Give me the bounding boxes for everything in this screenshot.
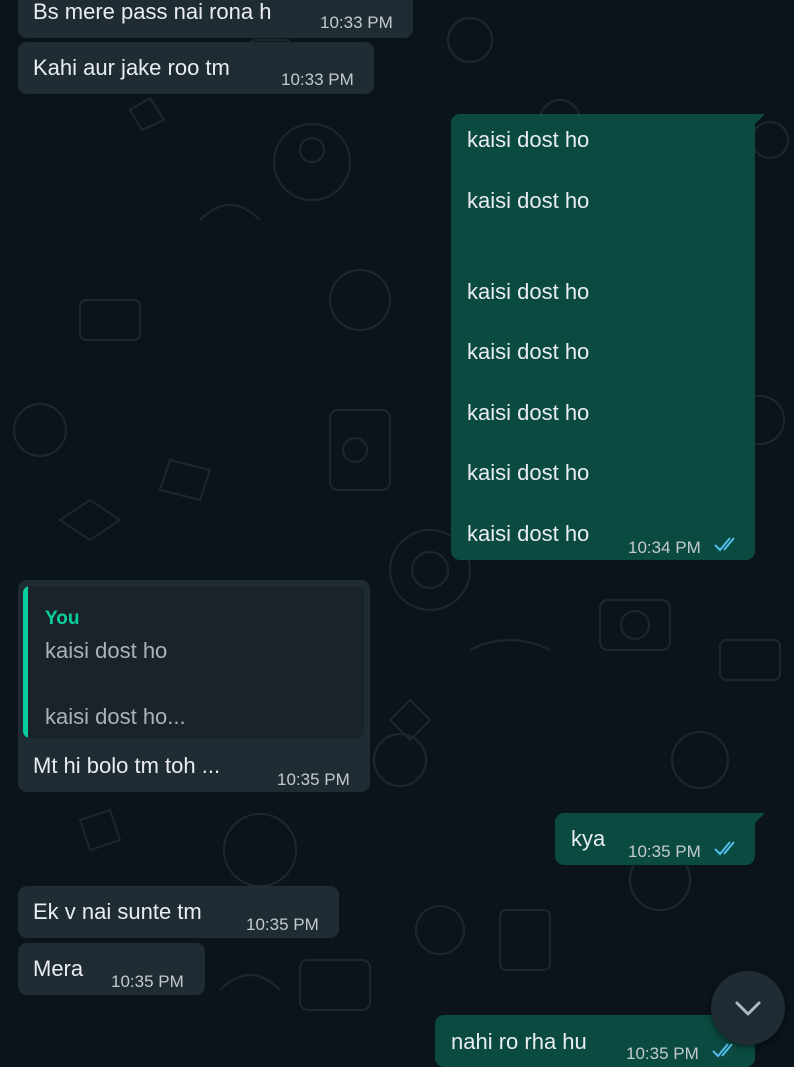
message-text: Mt hi bolo tm toh ... <box>33 753 221 778</box>
message-outgoing[interactable]: kya 10:35 PM <box>555 813 765 865</box>
message-text: nahi ro rha hu <box>451 1029 587 1054</box>
message-line: kaisi dost ho <box>467 339 590 364</box>
quote-accent-bar <box>23 586 28 738</box>
message-text: Mera <box>33 956 84 981</box>
message-incoming-reply[interactable]: You kaisi dost ho kaisi dost ho... Mt hi… <box>18 580 370 792</box>
message-line: kaisi dost ho <box>467 460 590 485</box>
message-outgoing[interactable]: kaisi dost ho kaisi dost ho kaisi dost h… <box>451 114 765 560</box>
message-incoming[interactable]: Bs mere pass nai rona h 10:33 PM <box>18 0 413 38</box>
quoted-message[interactable]: You kaisi dost ho kaisi dost ho... <box>23 586 364 738</box>
message-line: kaisi dost ho <box>467 279 590 304</box>
message-time: 10:35 PM <box>277 770 350 789</box>
double-check-icon <box>714 841 735 856</box>
message-line: kaisi dost ho <box>467 521 590 546</box>
quote-author: You <box>45 608 80 629</box>
message-text: Ek v nai sunte tm <box>33 899 202 924</box>
message-incoming[interactable]: Mera 10:35 PM <box>18 943 205 995</box>
quote-text: kaisi dost ho <box>45 638 168 663</box>
message-line: kaisi dost ho <box>467 400 590 425</box>
chevron-down-icon <box>735 1001 761 1016</box>
message-time: 10:35 PM <box>246 915 319 934</box>
message-text: Bs mere pass nai rona h <box>33 0 272 24</box>
message-line: kaisi dost ho <box>467 188 590 213</box>
quote-text: kaisi dost ho... <box>45 704 186 729</box>
message-text: kya <box>571 826 606 851</box>
message-line: kaisi dost ho <box>467 127 590 152</box>
message-incoming[interactable]: Kahi aur jake roo tm 10:33 PM <box>18 42 374 94</box>
message-time: 10:34 PM <box>628 538 701 557</box>
message-time: 10:35 PM <box>628 842 701 861</box>
message-incoming[interactable]: Ek v nai sunte tm 10:35 PM <box>18 886 339 938</box>
message-time: 10:33 PM <box>281 70 354 89</box>
message-time: 10:35 PM <box>111 972 184 991</box>
double-check-icon <box>714 537 735 552</box>
message-time: 10:33 PM <box>320 13 393 32</box>
message-outgoing[interactable]: nahi ro rha hu 10:35 PM <box>435 1015 765 1067</box>
message-time: 10:35 PM <box>626 1044 699 1063</box>
scroll-to-bottom-button[interactable] <box>711 971 785 1045</box>
message-text: Kahi aur jake roo tm <box>33 55 230 80</box>
